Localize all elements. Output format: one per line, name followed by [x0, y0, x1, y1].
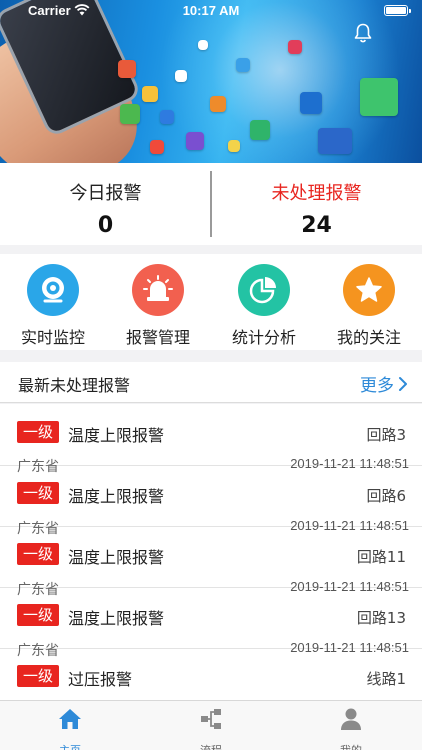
chevron-right-icon	[399, 376, 407, 391]
alarm-list: 一级 温度上限报警 回路3 广东省 2019-11-21 11:48:51 一级…	[0, 404, 422, 700]
star-icon	[343, 264, 395, 316]
tab-mine[interactable]: 我的	[281, 706, 421, 750]
realtime-monitor-button[interactable]: 实时监控	[0, 264, 106, 348]
pie-chart-icon	[238, 264, 290, 316]
user-icon	[341, 708, 361, 730]
status-time: 10:17 AM	[182, 3, 240, 18]
function-label: 实时监控	[20, 328, 85, 347]
alarm-management-button[interactable]: 报警管理	[105, 264, 211, 348]
alarm-level-badge: 一级	[17, 543, 60, 565]
app-tile	[175, 70, 187, 82]
section-title: 最新未处理报警	[18, 376, 131, 395]
tab-bar: 主页 流程 我的	[0, 700, 422, 750]
battery-icon	[384, 5, 411, 16]
my-favorites-button[interactable]: 我的关注	[316, 264, 422, 348]
app-tile	[318, 128, 352, 154]
status-bar: Carrier 10:17 AM	[0, 0, 422, 22]
alarm-row[interactable]: 一级 温度上限报警 回路11 广东省 2019-11-21 11:48:51	[0, 527, 422, 598]
more-link[interactable]: 更多	[360, 371, 408, 396]
alarm-name: 过压报警	[68, 670, 133, 689]
alarm-name: 温度上限报警	[68, 426, 165, 445]
alarm-name: 温度上限报警	[68, 487, 165, 506]
app-tile	[186, 132, 204, 150]
alarm-row[interactable]: 一级 过压报警 线路1	[0, 649, 422, 700]
alarm-level-badge: 一级	[17, 665, 60, 687]
app-tile	[228, 140, 240, 152]
siren-icon	[132, 264, 184, 316]
flow-icon	[201, 709, 221, 729]
alarm-row[interactable]: 一级 温度上限报警 回路3 广东省 2019-11-21 11:48:51	[0, 404, 422, 475]
alarm-circuit: 回路11	[356, 548, 406, 566]
app-tile	[236, 58, 250, 72]
tab-process[interactable]: 流程	[141, 706, 281, 750]
alarm-name: 温度上限报警	[68, 548, 165, 567]
camera-icon	[27, 264, 79, 316]
alarm-circuit: 回路3	[366, 426, 406, 444]
tab-label: 我的	[281, 742, 421, 750]
alarm-level-badge: 一级	[17, 604, 60, 626]
app-tile	[198, 40, 208, 50]
app-tile	[250, 120, 270, 140]
app-tile	[118, 60, 136, 78]
today-alarm-count: 0	[97, 213, 114, 238]
unhandled-alarm-card[interactable]: 未处理报警 24	[211, 163, 422, 245]
function-label: 报警管理	[125, 328, 190, 347]
alarm-circuit: 回路13	[356, 609, 406, 627]
app-tile	[360, 78, 398, 116]
alarm-level-badge: 一级	[17, 482, 60, 504]
alarm-name: 温度上限报警	[68, 609, 165, 628]
tab-label: 流程	[141, 742, 281, 750]
app-tile	[288, 40, 302, 54]
app-tile	[160, 110, 174, 124]
alarm-row[interactable]: 一级 温度上限报警 回路6 广东省 2019-11-21 11:48:51	[0, 466, 422, 537]
statistics-button[interactable]: 统计分析	[211, 264, 317, 348]
today-alarm-label: 今日报警	[69, 183, 142, 204]
function-label: 统计分析	[231, 328, 296, 347]
hero-banner: Carrier 10:17 AM	[0, 0, 422, 163]
unhandled-alarm-count: 24	[301, 213, 332, 238]
more-label: 更多	[360, 376, 394, 396]
alarm-level-badge: 一级	[17, 421, 60, 443]
app-tile	[120, 104, 140, 124]
app-tile	[150, 140, 164, 154]
alarm-summary: 今日报警 0 未处理报警 24	[0, 163, 422, 245]
latest-alarms-header: 最新未处理报警 更多	[0, 362, 422, 403]
unhandled-alarm-label: 未处理报警	[271, 183, 362, 204]
today-alarm-card[interactable]: 今日报警 0	[0, 163, 211, 245]
app-tile	[300, 92, 322, 114]
function-grid: 实时监控 报警管理 统计分析 我的关注	[0, 254, 422, 350]
alarm-circuit: 线路1	[366, 670, 406, 688]
tab-home[interactable]: 主页	[0, 706, 140, 750]
alarm-circuit: 回路6	[366, 487, 406, 505]
app-tile	[210, 96, 226, 112]
function-label: 我的关注	[336, 328, 401, 347]
alarm-row[interactable]: 一级 温度上限报警 回路13 广东省 2019-11-21 11:48:51	[0, 588, 422, 659]
home-icon	[59, 709, 81, 729]
app-tile	[142, 86, 158, 102]
tab-label: 主页	[0, 742, 140, 750]
bell-icon[interactable]	[352, 22, 374, 44]
